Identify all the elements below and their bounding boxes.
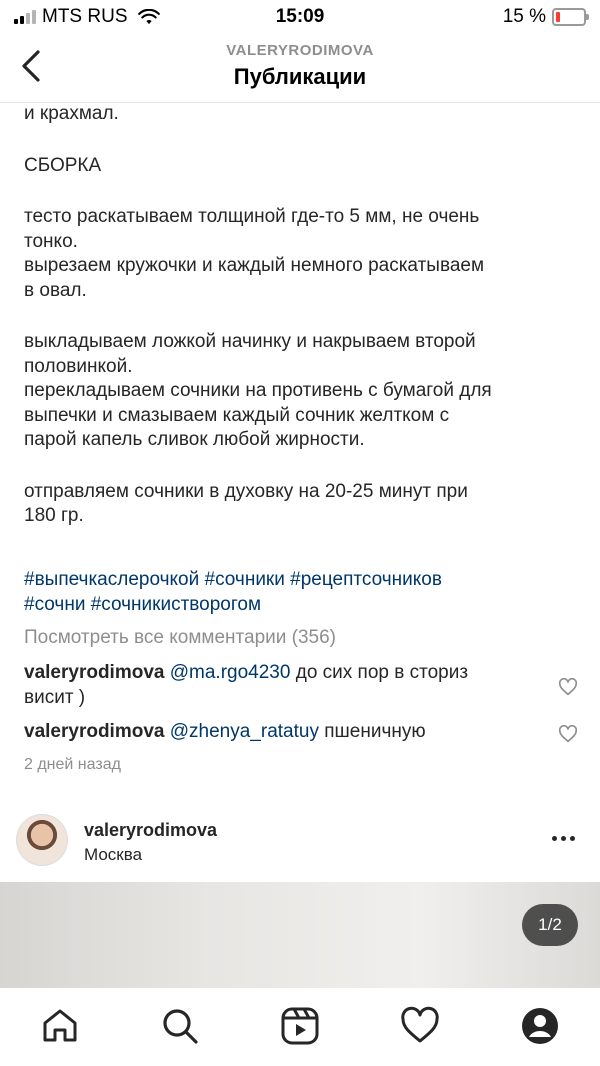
battery-icon: [552, 8, 589, 26]
profile-icon[interactable]: [520, 1006, 560, 1046]
caption-line: тесто раскатываем толщиной где-то 5 мм, …: [24, 206, 480, 227]
comment-item: valeryrodimova @zhenya_ratatuy пшеничную: [24, 720, 544, 745]
status-right: 15 %: [502, 6, 589, 28]
reels-icon[interactable]: [280, 1006, 320, 1046]
caption-line: 180 гр.: [24, 505, 84, 526]
comment-mention[interactable]: @ma.rgo4230: [170, 662, 291, 683]
battery-percent: 15 %: [502, 6, 546, 27]
dot: [552, 836, 557, 841]
post-username[interactable]: valeryrodimova: [84, 820, 217, 841]
header-username: VALERYRODIMOVA: [226, 42, 374, 59]
caption-line: выпечки и смазываем каждый сочник желтко…: [24, 404, 450, 426]
bottom-tab-bar: [0, 988, 600, 1066]
comment-item: valeryrodimova @ma.rgo4230 до сих пор в …: [24, 661, 544, 710]
dot: [570, 836, 575, 841]
post-timestamp: 2 дней назад: [24, 756, 121, 773]
battery-level: [556, 12, 560, 22]
caption-line: половинкой.: [24, 355, 133, 377]
hashtag-link[interactable]: #сочникистворогом: [91, 594, 261, 615]
home-icon[interactable]: [40, 1006, 80, 1046]
status-bar: MTS RUS 15:09 15 %: [0, 0, 600, 34]
carousel-page-indicator: 1/2: [522, 904, 578, 946]
hashtag-link[interactable]: #выпечкаслерочкой: [24, 569, 199, 590]
caption-line: в овал.: [24, 279, 87, 301]
view-all-comments-link[interactable]: Посмотреть все комментарии (356): [24, 627, 336, 649]
hashtag-link[interactable]: #сочники: [205, 569, 285, 590]
comment-username[interactable]: valeryrodimova: [24, 662, 164, 683]
caption-line: перекладываем сочники на противень с бум…: [24, 380, 492, 401]
comment-text: до сих пор в сториз: [290, 662, 469, 683]
comment-mention[interactable]: @zhenya_ratatuy: [170, 721, 319, 742]
more-options-icon[interactable]: [552, 836, 575, 841]
caption-line: выкладываем ложкой начинку и накрываем в…: [24, 331, 476, 352]
hashtag-link[interactable]: #сочни: [24, 594, 85, 615]
caption-line: вырезаем кружочки и каждый немного раска…: [24, 255, 485, 276]
post-location[interactable]: Москва: [84, 845, 142, 865]
avatar[interactable]: [16, 814, 68, 866]
caption-line: и крахмал.: [24, 103, 119, 124]
caption-line: СБОРКА: [24, 154, 102, 176]
search-icon[interactable]: [160, 1006, 200, 1046]
comment-username[interactable]: valeryrodimova: [24, 721, 164, 742]
like-comment-heart-icon[interactable]: [558, 725, 578, 743]
heart-icon[interactable]: [400, 1006, 440, 1046]
hashtag-line: #сочни #сочникистворогом: [24, 593, 584, 618]
next-post-header: valeryrodimova Москва: [0, 810, 600, 872]
comment-text-continued: висит ): [24, 686, 86, 708]
post-image[interactable]: [0, 882, 600, 988]
hashtags: #выпечкаслерочкой #сочники #рецептсочник…: [24, 568, 584, 617]
comment-line: valeryrodimova @ma.rgo4230 до сих пор в …: [24, 661, 544, 686]
dot: [561, 836, 566, 841]
page-title: Публикации: [233, 64, 367, 89]
comment-text: пшеничную: [318, 721, 426, 742]
caption-line: отправляем сочники в духовку на 20-25 ми…: [24, 480, 468, 502]
like-comment-heart-icon[interactable]: [558, 678, 578, 696]
caption-line: парой капель сливок любой жирности.: [24, 429, 365, 450]
hashtag-link[interactable]: #рецептсочников: [290, 569, 442, 590]
caption-line: тонко.: [24, 230, 78, 252]
hashtag-line: #выпечкаслерочкой #сочники #рецептсочник…: [24, 568, 584, 593]
post-caption: и крахмал. СБОРКА тесто раскатываем толщин…: [24, 102, 584, 529]
nav-header: VALERYRODIMOVA Публикации: [0, 34, 600, 103]
